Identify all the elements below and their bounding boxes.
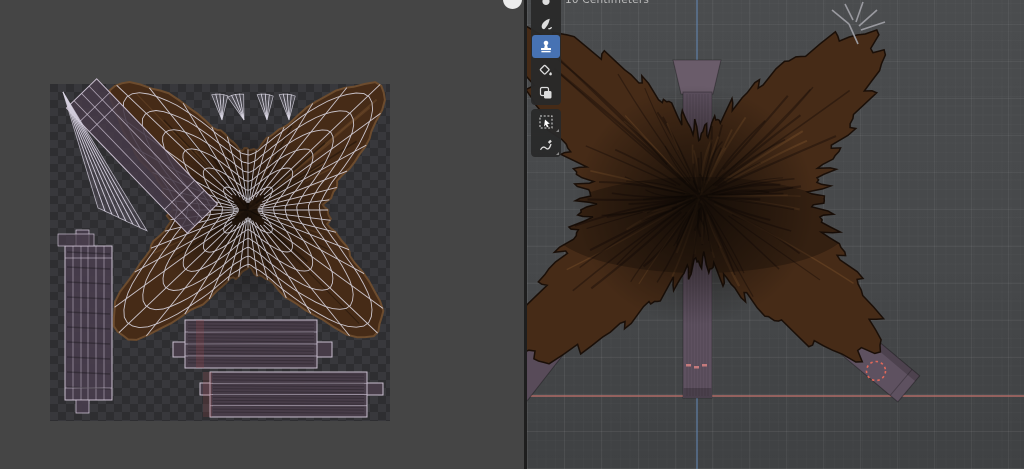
seam-mark xyxy=(686,364,691,367)
scene-canvas xyxy=(527,0,1024,469)
plank-group-1[interactable] xyxy=(173,320,332,368)
stamp-icon xyxy=(538,39,554,55)
plank-group-2[interactable] xyxy=(200,372,383,417)
tool-mask-button[interactable] xyxy=(532,81,560,104)
mask-icon xyxy=(538,85,554,101)
smear-icon xyxy=(538,16,554,32)
paint-toolbar xyxy=(531,0,561,157)
paint-bucket-icon xyxy=(538,62,554,78)
grid-scale-label: 10 Centimeters xyxy=(565,0,649,6)
uv-image-editor[interactable] xyxy=(0,0,524,469)
small-fan-islands[interactable] xyxy=(212,94,296,120)
annotate-pen-icon xyxy=(538,137,554,153)
viewport-3d[interactable]: 10 Centimeters xyxy=(527,0,1024,469)
tool-clone-button[interactable] xyxy=(532,35,560,58)
select-box-icon xyxy=(538,114,554,130)
tool-options-indicator xyxy=(556,129,559,132)
seam-mark xyxy=(702,364,707,367)
tool-fill-button[interactable] xyxy=(532,58,560,81)
tool-select-box-button[interactable] xyxy=(532,110,560,133)
pole-strip[interactable] xyxy=(58,230,112,413)
texture-paint-workspace: { "viewport": { "scale_label": "10 Centi… xyxy=(0,0,1024,469)
seam-mark xyxy=(694,366,699,369)
tool-smear-button[interactable] xyxy=(532,12,560,35)
tool-draw-button[interactable] xyxy=(532,0,560,12)
tool-annotate-button[interactable] xyxy=(532,133,560,156)
pelt-x-island[interactable] xyxy=(110,82,385,340)
tool-group xyxy=(531,0,561,105)
brush-icon xyxy=(538,0,554,9)
tool-options-indicator xyxy=(556,152,559,155)
uv-islands-canvas xyxy=(0,0,524,469)
tool-group xyxy=(531,109,561,157)
